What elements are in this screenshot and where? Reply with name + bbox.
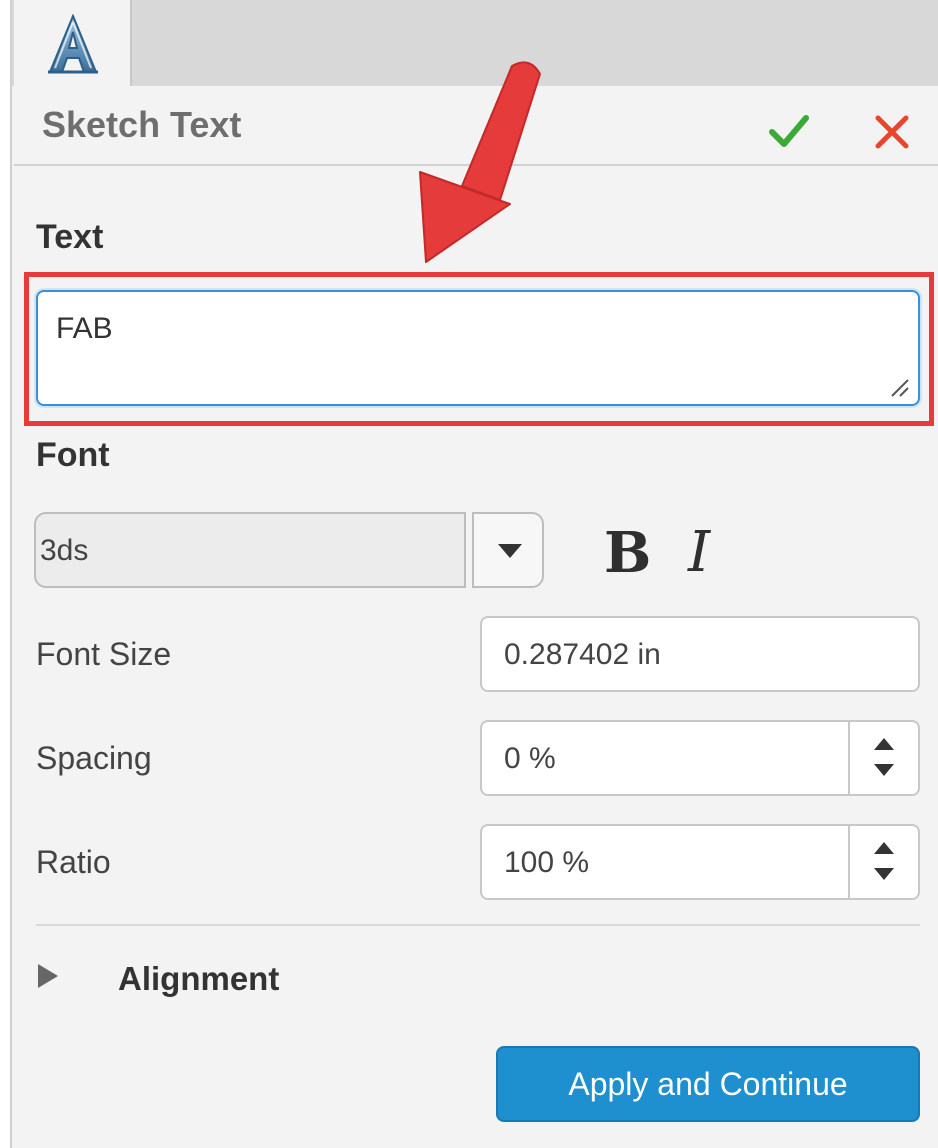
tab-sketch-text[interactable] bbox=[14, 0, 132, 86]
expand-arrow-icon[interactable] bbox=[38, 964, 58, 988]
section-divider bbox=[36, 924, 920, 926]
panel-header: Sketch Text bbox=[14, 86, 938, 166]
spacing-input[interactable]: 0 % bbox=[480, 720, 850, 796]
font-section-label: Font bbox=[36, 436, 110, 474]
spacing-stepper[interactable] bbox=[848, 720, 920, 796]
font-select-value: 3ds bbox=[40, 534, 89, 567]
spin-up-icon[interactable] bbox=[874, 842, 894, 854]
chevron-down-icon bbox=[498, 544, 522, 558]
spacing-value: 0 % bbox=[504, 742, 556, 775]
ratio-label: Ratio bbox=[36, 844, 111, 880]
font-size-value: 0.287402 in bbox=[504, 638, 661, 671]
sketch-text-panel: Sketch Text Text FAB Font 3ds B I Font S… bbox=[0, 0, 938, 1148]
spin-up-icon[interactable] bbox=[874, 738, 894, 750]
bold-button[interactable]: B bbox=[604, 520, 651, 586]
tab-strip bbox=[12, 0, 938, 86]
font-select[interactable]: 3ds bbox=[34, 512, 466, 588]
checkmark-icon[interactable] bbox=[766, 108, 812, 154]
font-dropdown-button[interactable] bbox=[472, 512, 544, 588]
sketch-text-icon bbox=[48, 14, 98, 74]
spin-down-icon[interactable] bbox=[874, 764, 894, 776]
ratio-stepper[interactable] bbox=[848, 824, 920, 900]
font-size-label: Font Size bbox=[36, 636, 172, 672]
text-section-label: Text bbox=[36, 218, 104, 256]
spin-down-icon[interactable] bbox=[874, 868, 894, 880]
ratio-value: 100 % bbox=[504, 846, 590, 879]
text-input-value: FAB bbox=[56, 312, 113, 345]
ratio-input[interactable]: 100 % bbox=[480, 824, 850, 900]
apply-and-continue-button[interactable]: Apply and Continue bbox=[496, 1046, 920, 1122]
close-icon[interactable] bbox=[872, 108, 912, 154]
panel-title: Sketch Text bbox=[42, 104, 242, 145]
italic-button[interactable]: I bbox=[688, 520, 710, 585]
spacing-label: Spacing bbox=[36, 740, 152, 776]
text-input[interactable]: FAB bbox=[36, 290, 920, 406]
font-size-input[interactable]: 0.287402 in bbox=[480, 616, 920, 692]
resize-grip-icon[interactable] bbox=[888, 376, 910, 398]
alignment-section-toggle[interactable]: Alignment bbox=[118, 960, 279, 998]
panel-left-border bbox=[0, 0, 12, 1148]
